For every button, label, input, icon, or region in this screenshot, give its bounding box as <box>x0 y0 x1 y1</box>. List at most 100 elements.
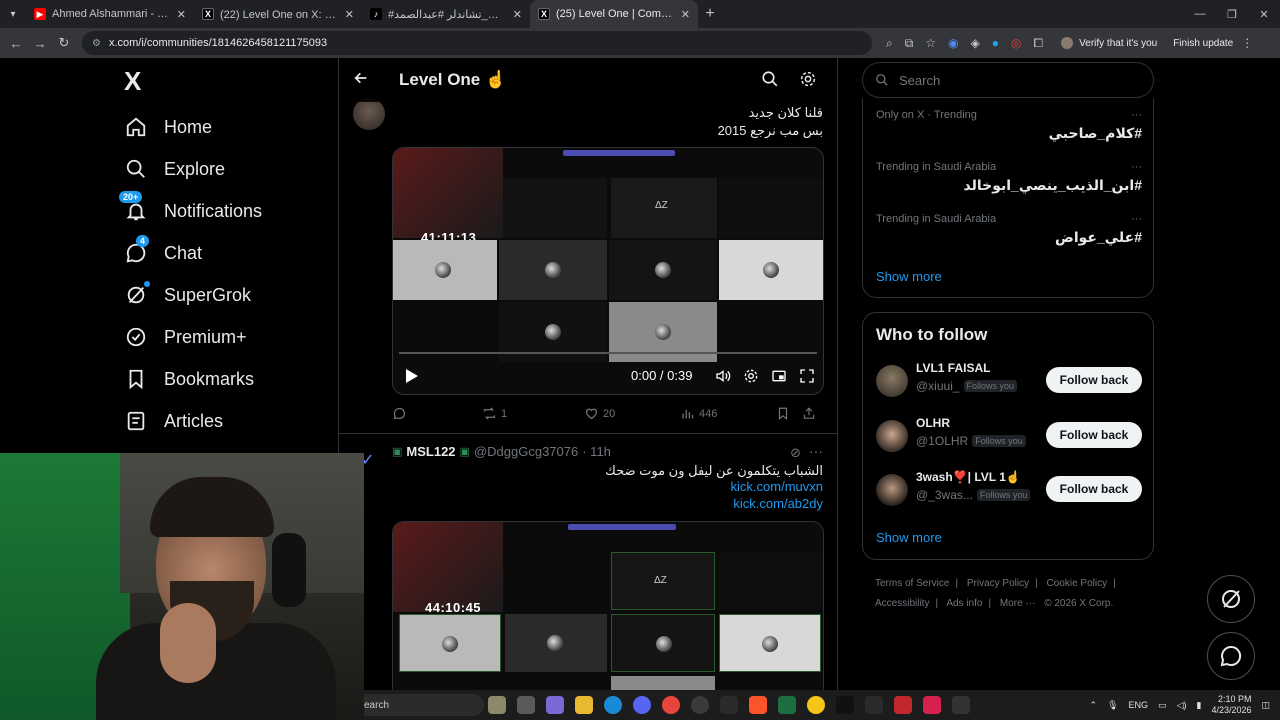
share-button[interactable] <box>802 406 816 421</box>
extension-icon[interactable]: ◎ <box>1011 36 1021 50</box>
close-icon[interactable]: ✕ <box>345 8 354 21</box>
battery-icon[interactable]: ▮ <box>1196 700 1201 711</box>
avatar[interactable] <box>876 420 908 452</box>
puzzle-icon[interactable]: ⧠ <box>1034 36 1044 51</box>
trend-item[interactable]: Trending in Saudi Arabia #ابن_الذيب_ينصي… <box>876 161 1142 194</box>
grok-icon[interactable]: ⊘ <box>790 445 801 461</box>
new-tab-button[interactable]: + <box>698 5 722 23</box>
finish-update-button[interactable]: Finish update <box>1173 38 1233 49</box>
like-button[interactable]: 20 <box>584 406 680 421</box>
excel-icon[interactable] <box>778 696 796 714</box>
capcut-icon[interactable] <box>952 696 970 714</box>
reply-button[interactable] <box>392 406 482 421</box>
gear-icon[interactable] <box>799 70 817 93</box>
close-icon[interactable]: ✕ <box>177 8 186 21</box>
zoom-icon[interactable]: ⌕ <box>886 36 893 51</box>
search-icon[interactable] <box>761 70 779 93</box>
edge-icon[interactable] <box>604 696 622 714</box>
extension-icon[interactable]: ● <box>992 36 999 50</box>
play-icon[interactable] <box>405 368 419 389</box>
extension-icon[interactable]: ◉ <box>948 36 958 50</box>
display-name[interactable]: MSL122 <box>406 444 455 459</box>
more-icon[interactable]: ··· <box>1131 213 1142 225</box>
user-handle[interactable]: @DdggGcg37076 <box>474 444 578 459</box>
pip-icon[interactable] <box>771 368 787 389</box>
app-icon[interactable] <box>865 696 883 714</box>
browser-tab[interactable]: X (22) Level One on X: "أكبر" اليدف ✕ <box>194 0 362 28</box>
close-icon[interactable]: ✕ <box>513 8 522 21</box>
star-icon[interactable]: ☆ <box>925 36 936 50</box>
url-bar[interactable]: ⚙ x.com/i/communities/181462645812117509… <box>82 31 872 55</box>
follow-back-button[interactable]: Follow back <box>1046 422 1142 448</box>
more-icon[interactable]: ··· <box>1131 109 1142 121</box>
copilot-icon[interactable] <box>546 696 564 714</box>
back-arrow-icon[interactable]: ← <box>4 36 28 51</box>
tweet-video[interactable]: ΔZ 44:10:45 <box>392 521 824 698</box>
bookmark-button[interactable] <box>776 406 802 421</box>
nav-home[interactable]: Home <box>124 110 212 144</box>
browser-tab[interactable]: ▶ Ahmed Alshammari - YouTube ✕ <box>26 0 194 28</box>
messages-button[interactable] <box>1207 632 1255 680</box>
widgets-icon[interactable] <box>488 696 506 714</box>
close-window-icon[interactable]: ✕ <box>1248 8 1280 21</box>
tweet-video[interactable]: ΔZ 41:11:13 0:00 / 0:39 <box>392 147 824 395</box>
settings-icon[interactable] <box>743 368 759 389</box>
app-icon[interactable] <box>720 696 738 714</box>
taskbar-search[interactable]: earch <box>364 694 484 716</box>
file-explorer-icon[interactable] <box>575 696 593 714</box>
show-more-link[interactable]: Show more <box>876 269 942 284</box>
fullscreen-icon[interactable] <box>799 368 815 389</box>
retweet-button[interactable]: 1 <box>482 406 584 421</box>
browser-tab[interactable]: ♪ #مجه #كيلي_تشاندلر #عبدالصمد ✕ <box>362 0 530 28</box>
tiktok-icon[interactable] <box>836 696 854 714</box>
app-icon[interactable] <box>807 696 825 714</box>
close-icon[interactable]: ✕ <box>681 8 690 21</box>
chrome-icon[interactable] <box>662 696 680 714</box>
menu-icon[interactable]: ⋮ <box>1241 36 1253 50</box>
reload-icon[interactable]: ↻ <box>52 35 76 51</box>
extension-icon[interactable]: ◈ <box>971 36 980 50</box>
discord-icon[interactable] <box>633 696 651 714</box>
nav-explore[interactable]: Explore <box>124 152 225 186</box>
follow-back-button[interactable]: Follow back <box>1046 367 1142 393</box>
task-view-icon[interactable] <box>517 696 535 714</box>
mic-icon[interactable]: 🎙 <box>1107 700 1118 711</box>
cast-icon[interactable]: ⧉ <box>905 36 914 51</box>
browser-tab-active[interactable]: X (25) Level One | Community / X ✕ <box>530 0 698 28</box>
tab-search-icon[interactable]: ▾ <box>0 9 26 20</box>
follow-suggestion[interactable]: 3wash❣️| LVL 1☝️ @_3was... Follows you Fo… <box>876 470 1142 510</box>
grok-button[interactable] <box>1207 575 1255 623</box>
nav-notifications[interactable]: 20+ Notifications <box>119 191 262 228</box>
clock[interactable]: 2:10 PM 4/23/2026 <box>1211 694 1251 716</box>
footer-link[interactable]: Privacy Policy <box>967 578 1029 589</box>
show-more-link[interactable]: Show more <box>876 530 942 545</box>
avatar[interactable] <box>876 474 908 506</box>
minimize-icon[interactable]: — <box>1184 8 1216 20</box>
more-icon[interactable]: ··· <box>809 443 823 459</box>
nav-chat[interactable]: 4 Chat <box>124 235 202 270</box>
views-button[interactable]: 446 <box>680 406 776 421</box>
footer-link[interactable]: Accessibility <box>875 598 929 609</box>
avatar[interactable] <box>353 98 385 130</box>
tweet-link[interactable]: kick.com/muvxn <box>731 479 823 494</box>
language-indicator[interactable]: ENG <box>1129 700 1149 710</box>
follow-suggestion[interactable]: OLHR @1OLHR Follows you Follow back <box>876 416 1142 456</box>
app-icon[interactable] <box>894 696 912 714</box>
restore-icon[interactable]: ❐ <box>1216 8 1248 21</box>
nav-premium[interactable]: Premium+ <box>124 320 247 354</box>
footer-link[interactable]: More ··· <box>1000 598 1036 609</box>
tweet-link[interactable]: kick.com/ab2dy <box>733 496 823 511</box>
volume-icon[interactable]: ◁) <box>1177 700 1187 711</box>
footer-link[interactable]: Ads info <box>946 598 982 609</box>
volume-icon[interactable] <box>715 368 731 389</box>
forward-arrow-icon[interactable]: → <box>28 36 52 51</box>
video-progress-bar[interactable] <box>399 352 817 354</box>
trend-item[interactable]: Trending in Saudi Arabia #علي_عواض ··· <box>876 213 1142 246</box>
nav-bookmarks[interactable]: Bookmarks <box>124 362 254 396</box>
footer-link[interactable]: Cookie Policy <box>1047 578 1108 589</box>
avatar[interactable] <box>876 365 908 397</box>
site-info-icon[interactable]: ⚙ <box>92 38 101 49</box>
search-input[interactable]: Search <box>862 62 1154 98</box>
nav-articles[interactable]: Articles <box>124 404 223 438</box>
trend-item[interactable]: Only on X · Trending #كلام_صاحبي ··· <box>876 109 1142 142</box>
